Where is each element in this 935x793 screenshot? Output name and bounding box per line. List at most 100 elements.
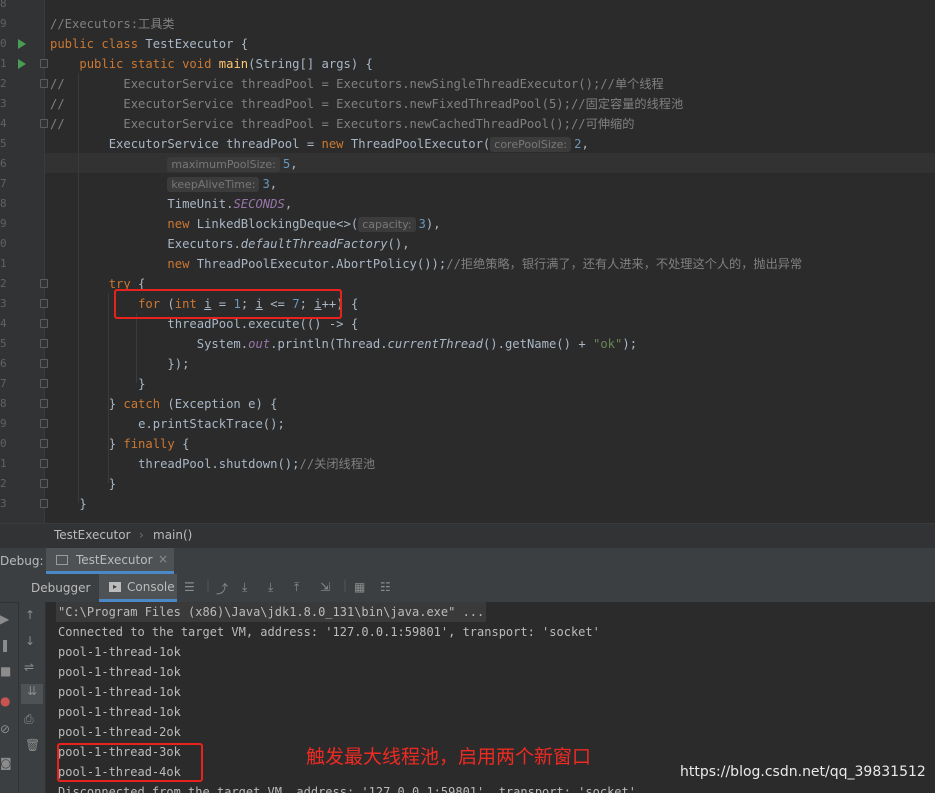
tab-console-label: Console: [127, 580, 175, 594]
line-number: 6: [0, 357, 7, 370]
fold-marker-icon[interactable]: [40, 279, 48, 288]
line-number: 2: [0, 477, 7, 490]
evaluate-expression-icon[interactable]: ▦: [354, 580, 365, 594]
code-line[interactable]: }: [50, 494, 87, 514]
line-number: 7: [0, 377, 7, 390]
step-into-icon[interactable]: ⤓: [268, 580, 273, 595]
fold-marker-icon[interactable]: [40, 319, 48, 328]
breakpoints-icon[interactable]: ●: [0, 694, 10, 708]
line-number: 8: [0, 397, 7, 410]
line-number: 5: [0, 137, 7, 150]
line-number: 1: [0, 457, 7, 470]
static-field: SECONDS: [233, 197, 285, 211]
code-editor[interactable]: 8 9 0 1 2 3 4 5 6 7 8 9 0 1 2 3 4 5 6 7 …: [0, 0, 935, 523]
code-line[interactable]: // ExecutorService threadPool = Executor…: [50, 94, 683, 114]
fold-marker-icon[interactable]: [40, 119, 48, 128]
debug-session-tab[interactable]: TestExecutor ×: [46, 548, 174, 574]
stop-icon[interactable]: ■: [0, 664, 11, 678]
line-number: 7: [0, 177, 7, 190]
code-line[interactable]: // ExecutorService threadPool = Executor…: [50, 74, 664, 94]
fold-marker-icon[interactable]: [40, 459, 48, 468]
separator-icon: |: [343, 578, 348, 592]
comment: //拒绝策略，银行满了，还有人进来，不处理这个人的，抛出异常: [446, 257, 803, 271]
pause-icon[interactable]: ❚: [0, 638, 10, 652]
number: 3: [418, 217, 426, 231]
trace-icon[interactable]: ☷: [380, 580, 391, 594]
run-main-icon[interactable]: [18, 59, 26, 69]
run-class-icon[interactable]: [18, 39, 26, 49]
code-line[interactable]: e.printStackTrace();: [50, 414, 285, 434]
fold-marker-icon[interactable]: [40, 399, 48, 408]
code-line[interactable]: public static void main(String[] args) {: [50, 54, 373, 74]
comment: // ExecutorService threadPool = Executor…: [50, 97, 684, 111]
run-to-cursor-icon[interactable]: ⇲: [320, 580, 330, 594]
breadcrumb: TestExecutor › main(): [0, 523, 935, 547]
code-line[interactable]: maximumPoolSize: 5,: [50, 154, 298, 174]
console-line[interactable]: "C:\Program Files (x86)\Java\jdk1.8.0_13…: [56, 602, 487, 622]
fold-marker-icon[interactable]: [40, 299, 48, 308]
console-line: pool-1-thread-2ok: [58, 725, 181, 739]
line-number: 0: [0, 37, 7, 50]
step-out-icon[interactable]: ⤒: [294, 580, 299, 595]
code-text: }: [79, 497, 87, 511]
string-literal: "ok": [593, 337, 623, 351]
camera-icon[interactable]: ◙: [0, 756, 12, 770]
parameter-hint: corePoolSize:: [490, 137, 572, 152]
fold-marker-icon[interactable]: [40, 379, 48, 388]
fold-marker-icon[interactable]: [40, 479, 48, 488]
console-line: pool-1-thread-1ok: [58, 645, 181, 659]
console-line: pool-1-thread-1ok: [58, 685, 181, 699]
fold-marker-icon[interactable]: [40, 79, 48, 88]
code-line[interactable]: threadPool.shutdown();//关闭线程池: [50, 454, 375, 474]
code-line[interactable]: });: [50, 354, 189, 374]
breadcrumb-class[interactable]: TestExecutor: [54, 528, 131, 542]
up-arrow-icon[interactable]: ↑: [25, 608, 35, 622]
print-icon[interactable]: ⎙: [24, 712, 34, 727]
console-icon: ▸: [109, 582, 121, 592]
code-line[interactable]: // ExecutorService threadPool = Executor…: [50, 114, 634, 134]
fold-marker-icon[interactable]: [40, 59, 48, 68]
code-line[interactable]: }: [50, 374, 145, 394]
code-line[interactable]: System.out.println(Thread.currentThread(…: [50, 334, 637, 354]
static-field: out: [248, 337, 271, 351]
down-arrow-icon[interactable]: ↓: [25, 634, 35, 648]
close-icon[interactable]: ×: [158, 552, 168, 566]
code-line[interactable]: public class TestExecutor {: [50, 34, 248, 54]
fold-marker-icon[interactable]: [40, 499, 48, 508]
fold-marker-icon[interactable]: [40, 419, 48, 428]
code-line[interactable]: //Executors:工具类: [50, 14, 175, 34]
scroll-to-end-icon[interactable]: ⇊: [21, 684, 43, 704]
line-number: 2: [0, 77, 7, 90]
fold-marker-icon[interactable]: [40, 339, 48, 348]
line-number: 4: [0, 317, 7, 330]
fold-marker-icon[interactable]: [40, 359, 48, 368]
breadcrumb-method[interactable]: main(): [153, 528, 192, 542]
keyword: public static void: [79, 57, 212, 71]
number: 2: [574, 137, 582, 151]
code-line[interactable]: } catch (Exception e) {: [50, 394, 278, 414]
line-number: 2: [0, 277, 7, 290]
code-line[interactable]: } finally {: [50, 434, 190, 454]
line-number: 0: [0, 237, 7, 250]
parameter-hint: maximumPoolSize:: [167, 157, 280, 172]
code-line[interactable]: }: [50, 474, 116, 494]
step-over-icon[interactable]: ⤓: [242, 580, 247, 595]
code-line[interactable]: new LinkedBlockingDeque<>(capacity: 3),: [50, 214, 441, 234]
code-line[interactable]: keepAliveTime: 3,: [50, 174, 277, 194]
code-line[interactable]: TimeUnit.SECONDS,: [50, 194, 292, 214]
code-text: ThreadPoolExecutor.AbortPolicy());: [189, 257, 447, 271]
code-line[interactable]: new ThreadPoolExecutor.AbortPolicy());//…: [50, 254, 802, 274]
trash-icon[interactable]: 🗑: [25, 738, 40, 752]
fold-marker-icon[interactable]: [40, 439, 48, 448]
mute-breakpoints-icon[interactable]: ⊘: [0, 722, 10, 736]
tab-console[interactable]: ▸ Console: [99, 574, 177, 602]
tab-debugger[interactable]: Debugger: [31, 581, 90, 595]
new-threads-highlight-box: [57, 743, 203, 782]
resume-icon[interactable]: ▶: [0, 612, 9, 626]
code-line[interactable]: Executors.defaultThreadFactory(),: [50, 234, 409, 254]
code-line[interactable]: ExecutorService threadPool = new ThreadP…: [50, 134, 589, 154]
code-text: ExecutorService threadPool =: [108, 137, 322, 151]
layout-menu-icon[interactable]: ☰: [184, 580, 195, 594]
show-execution-point-icon[interactable]: ⤴: [216, 580, 228, 597]
soft-wrap-icon[interactable]: ⇌: [24, 660, 34, 674]
